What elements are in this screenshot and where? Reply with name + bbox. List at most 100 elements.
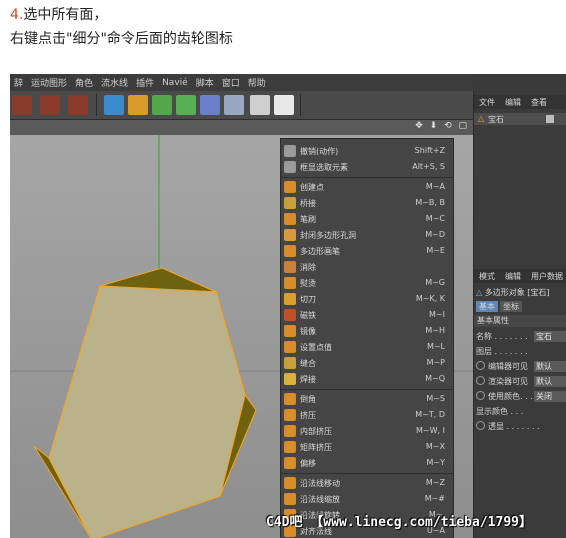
panel-tab[interactable]: 文件 (474, 97, 500, 108)
context-menu-item[interactable]: 沿法线缩放 M~# (281, 491, 453, 507)
panel-tab[interactable]: 用户数据 (526, 271, 566, 282)
context-menu-item[interactable]: 撤销(动作) Shift+Z (281, 143, 453, 159)
context-menu-item[interactable]: 切刀 M~K, K (281, 291, 453, 307)
render-view-icon[interactable] (40, 95, 60, 115)
watermark: C4D吧 【www.linecg.com/tieba/1799】 (266, 515, 532, 530)
section-header: 基本属性 (474, 315, 566, 327)
attribute-value[interactable]: 宝石 (534, 331, 566, 342)
attribute-value[interactable]: 关闭 (534, 391, 566, 402)
menu-item-label: 切刀 (300, 295, 316, 304)
menu-item-shortcut: M~D (425, 230, 445, 239)
menu-item[interactable]: 角色 (71, 76, 97, 89)
menu-item-shortcut: Alt+S, S (412, 162, 445, 171)
context-menu-item[interactable]: 熨烫 M~G (281, 275, 453, 291)
menu-item[interactable]: 窗口 (218, 76, 244, 89)
menu-item[interactable]: 帮助 (244, 76, 270, 89)
toolbar-separator (300, 94, 301, 116)
menu-item[interactable]: 流水线 (97, 76, 132, 89)
menu-item-label: 缝合 (300, 359, 316, 368)
menu-item-label: 焊接 (300, 375, 316, 384)
context-menu-item[interactable]: 设置点值 M~L (281, 339, 453, 355)
cube-icon[interactable] (104, 95, 124, 115)
context-menu-item[interactable]: 创建点 M~A (281, 179, 453, 195)
visibility-icon[interactable] (546, 115, 554, 123)
context-menu-item[interactable]: 焊接 M~Q (281, 371, 453, 387)
attribute-subtab[interactable]: 基本 (476, 301, 498, 312)
viewport-nav-icons[interactable]: ✥ ⬇ ⟲ ▢ (415, 121, 469, 131)
polygon-object-icon: △ (478, 114, 485, 123)
panel-tab[interactable]: 编辑 (500, 271, 526, 282)
matrix-extrude-icon (284, 441, 296, 453)
subdivision-icon[interactable] (152, 95, 172, 115)
step-caption: 4.选中所有面， (10, 6, 107, 24)
context-menu-item[interactable]: 框显选取元素 Alt+S, S (281, 159, 453, 175)
animation-radio-icon[interactable] (476, 391, 485, 400)
context-menu-item[interactable]: 偏移 M~Y (281, 455, 453, 471)
attribute-value[interactable]: 默认 (534, 361, 566, 372)
attribute-label: 渲染器可见 (488, 377, 528, 386)
menu-item-label: 镜像 (300, 327, 316, 336)
context-menu-item[interactable]: 笔刷 M~C (281, 211, 453, 227)
animation-radio-icon[interactable] (476, 376, 485, 385)
camera-icon[interactable] (250, 95, 270, 115)
floor-icon[interactable] (224, 95, 244, 115)
menu-item[interactable]: 辞 (10, 76, 27, 89)
menu-item-shortcut: M~H (425, 326, 445, 335)
pen-icon[interactable] (128, 95, 148, 115)
menu-item[interactable]: 运动图形 (27, 76, 71, 89)
menu-item-label: 矩阵挤压 (300, 443, 332, 452)
menu-item-label: 倒角 (300, 395, 316, 404)
context-menu-item[interactable]: 沿法线移动 M~Z (281, 475, 453, 491)
menu-item-label: 封闭多边形孔洞 (300, 231, 356, 240)
menu-item[interactable]: Navié (158, 78, 192, 88)
context-menu-item[interactable]: 挤压 M~T, D (281, 407, 453, 423)
context-menu-item[interactable]: 倒角 M~S (281, 391, 453, 407)
brush-icon (284, 213, 296, 225)
cloner-icon[interactable] (176, 95, 196, 115)
object-row[interactable]: △ 宝石 (474, 113, 566, 125)
menu-item-shortcut: M~T, D (415, 410, 445, 419)
attribute-field: 透显 . . . . . . . (476, 421, 566, 433)
menu-item-shortcut: M~I (429, 310, 445, 319)
menu-separator (281, 473, 453, 474)
render-region-icon[interactable] (12, 95, 32, 115)
context-menu-item[interactable]: 磁铁 M~I (281, 307, 453, 323)
right-panel: 文件 编辑 查看 △ 宝石 模式 编辑 用户数据 △ 多边形对象 [宝石] 基本 坐标 基… (473, 91, 566, 538)
panel-tab[interactable]: 模式 (474, 271, 500, 282)
menu-item-label: 创建点 (300, 183, 324, 192)
menu-item-shortcut: M~A (425, 182, 445, 191)
panel-tab[interactable]: 编辑 (500, 97, 526, 108)
menu-item-shortcut: M~C (425, 214, 445, 223)
attribute-subtabs: 基本 坐标 (476, 301, 522, 312)
attribute-subtab[interactable]: 坐标 (500, 301, 522, 312)
panel-tab[interactable]: 查看 (526, 97, 552, 108)
attribute-field: 显示颜色 . . . (476, 406, 566, 418)
attribute-label: 透显 . . . . . . . (488, 422, 540, 431)
attribute-label: 图层 . . . . . . . (476, 347, 528, 356)
context-menu-item[interactable]: 镜像 M~H (281, 323, 453, 339)
knife-icon (284, 293, 296, 305)
context-menu-item[interactable]: 桥接 M~B, B (281, 195, 453, 211)
attribute-value[interactable]: 默认 (534, 376, 566, 387)
context-menu-item[interactable]: 多边形画笔 M~E (281, 243, 453, 259)
animation-radio-icon[interactable] (476, 421, 485, 430)
attribute-label: 编辑器可见 (488, 362, 528, 371)
context-menu-item[interactable]: 消除 (281, 259, 453, 275)
render-settings-icon[interactable] (68, 95, 88, 115)
context-menu-item[interactable]: 缝合 M~P (281, 355, 453, 371)
context-menu-item[interactable]: 内部挤压 M~W, I (281, 423, 453, 439)
polygon-pen-icon (284, 245, 296, 257)
cinema4d-screenshot: 辞运动图形 角色 流水线 插件 Navié 脚本 窗口 帮助 ✥ ⬇ ⟲ ▢ 撤销(动作) Sh… (10, 74, 566, 538)
context-menu-item[interactable]: 矩阵挤压 M~X (281, 439, 453, 455)
animation-radio-icon[interactable] (476, 361, 485, 370)
step-text: 选中所有面， (23, 7, 108, 23)
magnet-icon (284, 309, 296, 321)
light-icon[interactable] (274, 95, 294, 115)
normal-scale-icon (284, 493, 296, 505)
menu-item-shortcut: M~Y (426, 458, 446, 467)
deformer-icon[interactable] (200, 95, 220, 115)
context-menu-item[interactable]: 封闭多边形孔洞 M~D (281, 227, 453, 243)
attribute-label: 名称 . . . . . . . (476, 332, 528, 341)
menu-item[interactable]: 脚本 (192, 76, 218, 89)
menu-item[interactable]: 插件 (132, 76, 158, 89)
